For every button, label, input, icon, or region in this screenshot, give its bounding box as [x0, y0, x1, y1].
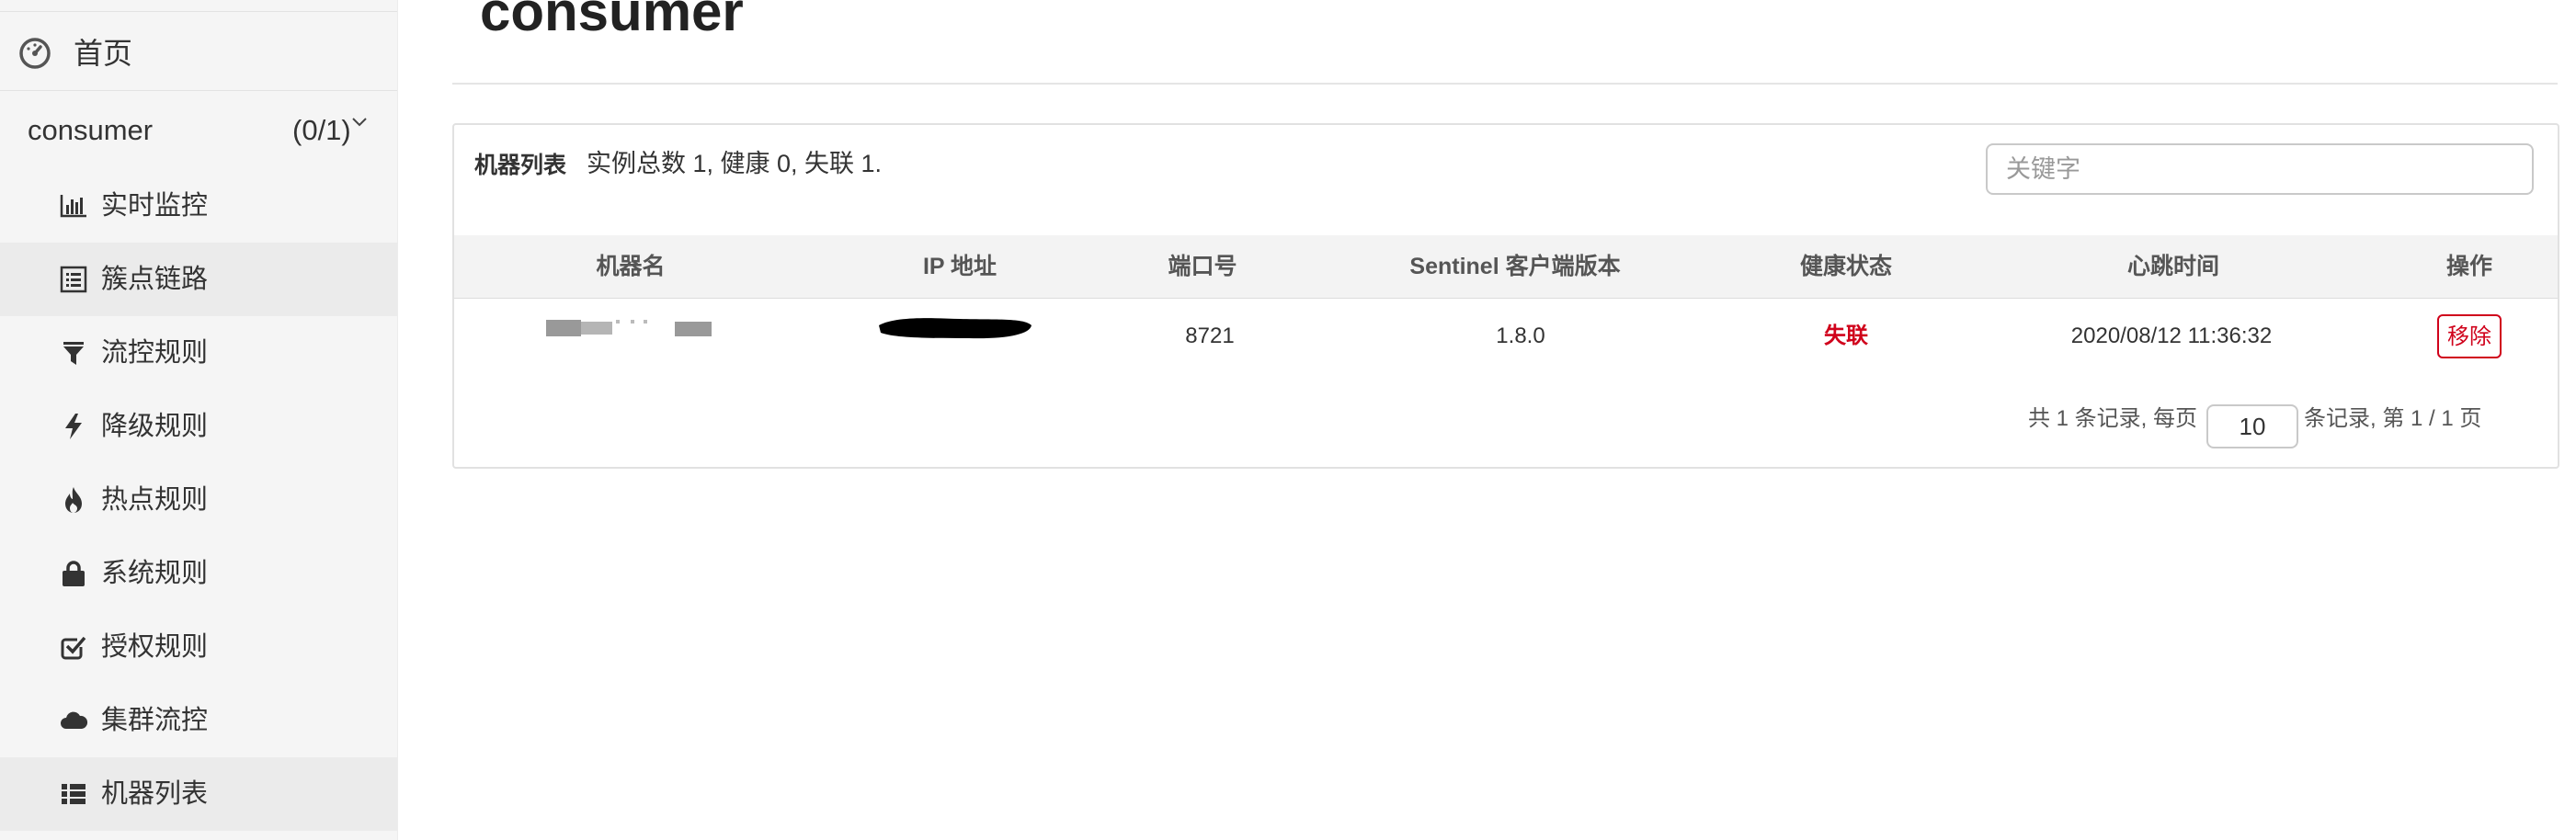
cloud-icon [61, 711, 88, 729]
pagination-suffix: 条记录, 第 1 / 1 页 [2304, 406, 2482, 431]
redacted-ip-address [879, 318, 1032, 339]
sidebar-item-label: 流控规则 [101, 338, 209, 368]
sidebar-item-hotspot-rules[interactable]: 热点规则 [0, 463, 397, 537]
version-cell: 1.8.0 [1496, 324, 1545, 348]
dashboard-icon [19, 38, 51, 69]
column-header: Sentinel 客户端版本 [1409, 254, 1621, 279]
sidebar-item-label: 降级规则 [101, 412, 209, 441]
sidebar-item-label: 系统规则 [101, 559, 209, 588]
remove-button[interactable]: 移除 [2437, 314, 2502, 358]
sidebar-item-system-rules[interactable]: 系统规则 [0, 537, 397, 610]
check-icon [61, 636, 86, 660]
sidebar-item-realtime-monitor[interactable]: 实时监控 [0, 169, 397, 243]
sidebar-item-flow-rules[interactable]: 流控规则 [0, 316, 397, 390]
sidebar-item-cluster-flow[interactable]: 集群流控 [0, 684, 397, 757]
table-header: 机器名 IP 地址 端口号 Sentinel 客户端版本 健康状态 心跳时间 操… [454, 235, 2558, 299]
sidebar-item-home[interactable]: 首页 [0, 17, 397, 91]
column-header: 健康状态 [1799, 254, 1893, 279]
sidebar-item-authority-rules[interactable]: 授权规则 [0, 610, 397, 684]
sidebar-item-label: 授权规则 [101, 632, 209, 662]
app-selector[interactable]: consumer (0/1) [0, 97, 397, 164]
redacted-hostname [546, 320, 712, 336]
fire-icon [65, 487, 82, 513]
status-badge: 失联 [1824, 324, 1868, 348]
sidebar-divider [0, 11, 397, 12]
title-divider [452, 83, 2558, 85]
lock-icon [63, 561, 85, 586]
sidebar-item-resource-chain[interactable]: 簇点链路 [0, 243, 397, 316]
chevron-down-icon[interactable] [351, 114, 368, 131]
panel-title: 机器列表 [474, 153, 567, 178]
column-header: 端口号 [1168, 254, 1237, 279]
instance-summary: 实例总数 1, 健康 0, 失联 1. [587, 150, 883, 177]
column-header: 操作 [2445, 254, 2493, 279]
page-size-input[interactable] [2206, 404, 2298, 448]
sidebar: 首页 consumer (0/1) 实时监控 簇点链路 流控规则 降级规则 热点… [0, 0, 398, 840]
app-name: consumer [28, 114, 154, 146]
column-header: IP 地址 [922, 254, 997, 279]
column-header: 机器名 [596, 254, 666, 279]
page-title: consumer [480, 0, 744, 42]
sidebar-item-label: 集群流控 [101, 706, 209, 735]
sidebar-item-label: 实时监控 [101, 191, 209, 221]
filter-icon [63, 342, 84, 365]
sidebar-item-machine-list[interactable]: 机器列表 [0, 757, 397, 831]
column-header: 心跳时间 [2126, 254, 2220, 279]
list-alt-icon [60, 266, 87, 293]
heartbeat-cell: 2020/08/12 11:36:32 [2070, 324, 2273, 348]
sidebar-item-label: 簇点链路 [101, 265, 209, 294]
sidebar-item-label: 机器列表 [101, 779, 209, 809]
sidebar-item-label: 热点规则 [101, 485, 209, 515]
sidebar-item-label: 首页 [74, 37, 133, 70]
port-cell: 8721 [1185, 324, 1235, 348]
th-list-icon [62, 784, 85, 804]
bar-chart-icon [60, 195, 86, 218]
sidebar-item-degrade-rules[interactable]: 降级规则 [0, 390, 397, 463]
search-input[interactable] [1986, 143, 2534, 195]
machine-list-panel: 机器列表 实例总数 1, 健康 0, 失联 1. 机器名 IP 地址 端口号 S… [452, 123, 2559, 469]
flash-icon [65, 414, 82, 439]
app-instance-count: (0/1) [292, 114, 351, 146]
pagination-prefix: 共 1 条记录, 每页 [2028, 406, 2198, 431]
